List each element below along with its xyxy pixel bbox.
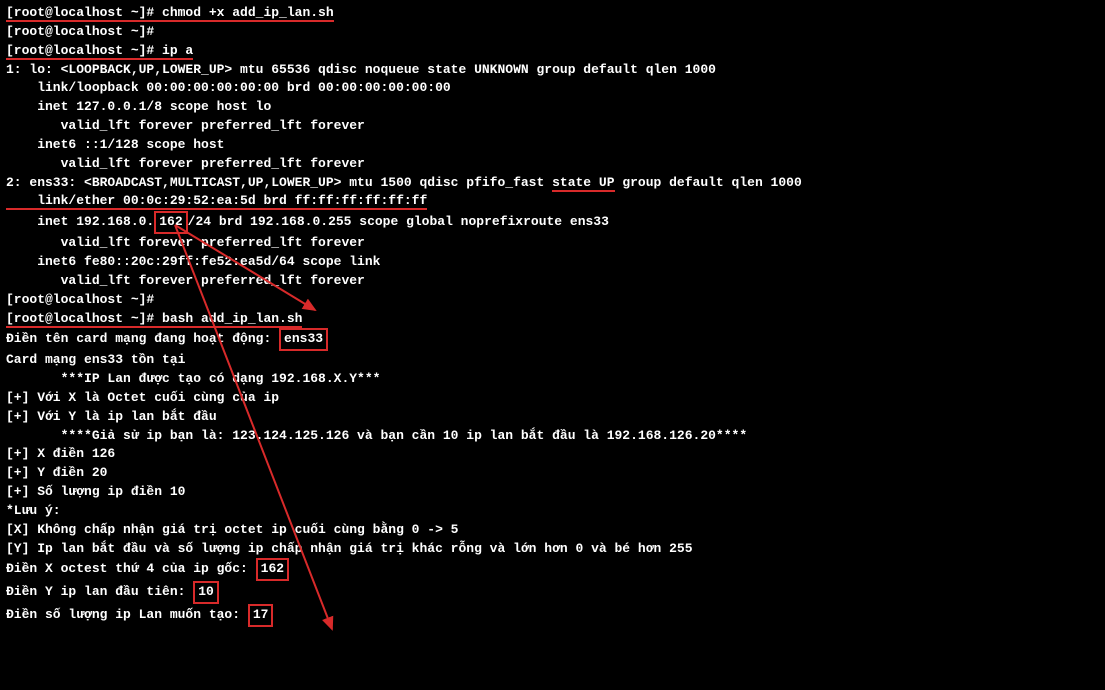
octet-162-box: 162 xyxy=(154,211,187,234)
ip-output-lo-link: link/loopback 00:00:00:00:00:00 brd 00:0… xyxy=(6,79,1099,98)
script-prompt-count: Điền số lượng ip Lan muốn tạo: xyxy=(6,607,248,622)
ip-output-ens33-inet6: inet6 fe80::20c:29ff:fe52:ea5d/64 scope … xyxy=(6,253,1099,272)
shell-prompt: [root@localhost ~]# xyxy=(6,311,162,326)
ip-output-lo-inet6: inet6 ::1/128 scope host xyxy=(6,136,1099,155)
shell-prompt-empty: [root@localhost ~]# xyxy=(6,23,1099,42)
terminal-output: [root@localhost ~]# chmod +x add_ip_lan.… xyxy=(6,4,1099,627)
script-output-example-count: [+] Số lượng ip điền 10 xyxy=(6,483,1099,502)
script-output-card-exists: Card mạng ens33 tồn tại xyxy=(6,351,1099,370)
input-10-box: 10 xyxy=(193,581,219,604)
ip-output-ens33-header-a: 2: ens33: <BROADCAST,MULTICAST,UP,LOWER_… xyxy=(6,175,552,190)
script-prompt-x: Điền X octest thứ 4 của ip gốc: xyxy=(6,561,256,576)
shell-prompt: [root@localhost ~]# xyxy=(6,5,162,20)
input-17-box: 17 xyxy=(248,604,274,627)
script-output-format: ***IP Lan được tạo có dạng 192.168.X.Y**… xyxy=(6,370,1099,389)
script-output-y-desc: [+] Với Y là ip lan bắt đầu xyxy=(6,408,1099,427)
ip-output-ens33-link: link/ether 00:0c:29:52:ea:5d brd ff:ff:f… xyxy=(6,193,427,208)
ip-output-lo-header: 1: lo: <LOOPBACK,UP,LOWER_UP> mtu 65536 … xyxy=(6,61,1099,80)
input-162-box: 162 xyxy=(256,558,289,581)
ip-output-ens33-inet-a: inet 192.168.0. xyxy=(6,214,154,229)
script-output-example-x: [+] X điền 126 xyxy=(6,445,1099,464)
ip-output-valid-lft: valid_lft forever preferred_lft forever xyxy=(6,155,1099,174)
shell-prompt: [root@localhost ~]# xyxy=(6,43,162,58)
script-output-example-y: [+] Y điền 20 xyxy=(6,464,1099,483)
ip-output-valid-lft: valid_lft forever preferred_lft forever xyxy=(6,272,1099,291)
script-output-note-y: [Y] Ip lan bắt đầu và số lượng ip chấp n… xyxy=(6,540,1099,559)
script-output-example: ****Giả sử ip bạn là: 123.124.125.126 và… xyxy=(6,427,1099,446)
ip-output-valid-lft: valid_lft forever preferred_lft forever xyxy=(6,234,1099,253)
command-chmod: chmod +x add_ip_lan.sh xyxy=(162,5,334,20)
ip-output-ens33-header-b: group default qlen 1000 xyxy=(615,175,802,190)
state-up-highlight: state UP xyxy=(552,175,614,192)
command-ip-a: ip a xyxy=(162,43,193,58)
script-prompt-y: Điền Y ip lan đầu tiên: xyxy=(6,584,193,599)
script-prompt-card: Điền tên card mạng đang hoạt động: xyxy=(6,331,279,346)
ip-output-ens33-inet-b: /24 brd 192.168.0.255 scope global nopre… xyxy=(188,214,609,229)
script-output-note-header: *Lưu ý: xyxy=(6,502,1099,521)
input-ens33-box: ens33 xyxy=(279,328,328,351)
ip-output-lo-inet: inet 127.0.0.1/8 scope host lo xyxy=(6,98,1099,117)
script-output-note-x: [X] Không chấp nhận giá trị octet ip cuố… xyxy=(6,521,1099,540)
command-bash-script: bash add_ip_lan.sh xyxy=(162,311,302,326)
shell-prompt-empty: [root@localhost ~]# xyxy=(6,291,1099,310)
ip-output-valid-lft: valid_lft forever preferred_lft forever xyxy=(6,117,1099,136)
script-output-x-desc: [+] Với X là Octet cuối cùng của ip xyxy=(6,389,1099,408)
